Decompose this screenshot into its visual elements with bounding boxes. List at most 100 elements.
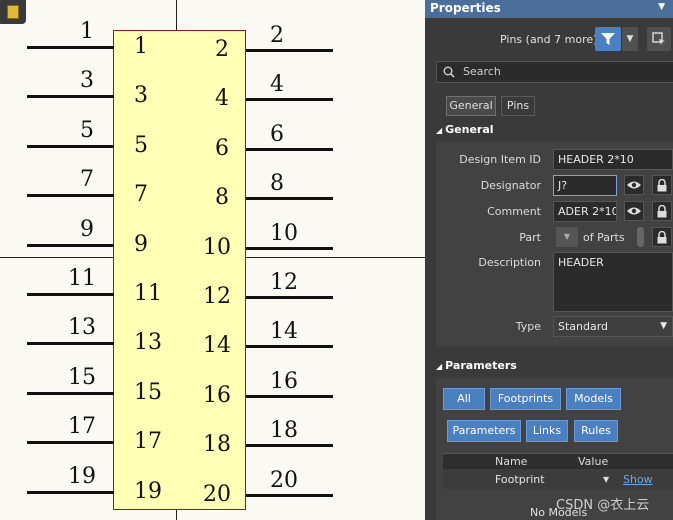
type-value: Standard xyxy=(558,320,609,333)
pin-line-left[interactable] xyxy=(27,490,114,494)
designator-label: Designator xyxy=(480,179,541,192)
pin-number-outer: 5 xyxy=(80,117,94,143)
search-placeholder: Search xyxy=(463,65,501,78)
pin-name-inner: 7 xyxy=(134,182,148,208)
pin-line-right[interactable] xyxy=(246,345,333,349)
pin-line-left[interactable] xyxy=(27,95,114,99)
pin-number-outer: 18 xyxy=(270,418,298,444)
filter-parameters-button[interactable]: Parameters xyxy=(447,420,521,442)
lock-icon xyxy=(657,231,667,244)
pin-number-outer: 11 xyxy=(68,266,96,291)
filter-rules-button[interactable]: Rules xyxy=(574,420,618,442)
panel-header: Properties ▼ xyxy=(425,0,673,18)
pin-line-left[interactable] xyxy=(27,293,114,296)
filter-links-button[interactable]: Links xyxy=(526,420,568,442)
col-value[interactable]: Value xyxy=(578,455,608,468)
part-lock-button[interactable] xyxy=(652,227,672,247)
of-parts-label: of Parts xyxy=(583,231,625,244)
pin-number-outer: 9 xyxy=(80,216,94,242)
pin-line-right[interactable] xyxy=(246,394,333,398)
pin-line-left[interactable] xyxy=(27,342,114,346)
description-field[interactable]: HEADER xyxy=(553,252,673,312)
filter-dropdown-icon[interactable]: ▼ xyxy=(621,27,638,51)
pin-name-inner: 16 xyxy=(203,382,231,408)
lock-icon xyxy=(657,179,667,192)
pin-name-inner: 11 xyxy=(134,281,162,306)
comment-lock-button[interactable] xyxy=(652,201,672,221)
general-section-header[interactable]: ◢ General xyxy=(436,123,494,136)
description-label: Description xyxy=(478,256,541,269)
filter-icon xyxy=(601,33,615,45)
collapse-triangle-icon: ◢ xyxy=(436,362,443,371)
chevron-down-icon[interactable]: ▼ xyxy=(603,475,609,484)
pin-name-inner: 5 xyxy=(134,132,148,158)
filter-models-button[interactable]: Models xyxy=(566,388,621,410)
pin-line-left[interactable] xyxy=(27,391,114,395)
table-row[interactable]: Footprint ▼ Show xyxy=(443,469,673,489)
pin-number-outer: 10 xyxy=(270,220,298,246)
pin-line-right[interactable] xyxy=(246,98,333,102)
pin-line-left[interactable] xyxy=(27,144,114,148)
designator-visibility-button[interactable] xyxy=(624,175,644,195)
pin-line-right[interactable] xyxy=(246,493,333,497)
pin-number-outer: 13 xyxy=(68,315,96,341)
pin-number-outer: 17 xyxy=(68,414,96,440)
pin-name-inner: 9 xyxy=(134,231,148,257)
pin-line-right[interactable] xyxy=(246,147,333,151)
pin-name-inner: 2 xyxy=(215,37,229,62)
panel-menu-icon[interactable]: ▼ xyxy=(658,2,665,12)
part-slider[interactable] xyxy=(637,227,644,247)
designator-field[interactable]: J? xyxy=(553,175,617,196)
pin-name-inner: 3 xyxy=(134,83,148,109)
parameters-section-header[interactable]: ◢ Parameters xyxy=(436,359,517,372)
part-dropdown[interactable]: ▼ xyxy=(556,227,578,247)
schematic-canvas[interactable]: 1 1 3 3 5 5 7 7 9 9 11 11 13 13 15 15 17 17 19 19 2 2 4 4 6 6 8 8 10… xyxy=(0,0,425,520)
pin-number-outer: 4 xyxy=(270,72,284,98)
pin-line-right[interactable] xyxy=(246,197,333,201)
comment-label: Comment xyxy=(487,205,541,218)
comment-visibility-button[interactable] xyxy=(624,201,644,221)
designator-lock-button[interactable] xyxy=(652,175,672,195)
eye-icon xyxy=(627,181,641,189)
comment-field[interactable]: ADER 2*10 xyxy=(553,201,617,222)
component-icon[interactable] xyxy=(0,0,26,24)
select-mask-button[interactable] xyxy=(647,27,671,51)
properties-panel: Properties ▼ Pins (and 7 more) ▼ Search … xyxy=(425,0,673,520)
search-icon xyxy=(443,66,455,78)
pin-line-right[interactable] xyxy=(246,444,333,448)
tab-general[interactable]: General xyxy=(446,96,496,116)
design-item-id-label: Design Item ID xyxy=(459,153,541,166)
tab-pins[interactable]: Pins xyxy=(501,96,535,116)
pin-number-outer: 12 xyxy=(270,270,298,295)
general-section-label: General xyxy=(445,123,494,136)
type-select[interactable]: Standard ▼ xyxy=(553,316,673,337)
pin-line-left[interactable] xyxy=(27,194,114,198)
pin-number-outer: 8 xyxy=(270,171,284,197)
pin-line-right[interactable] xyxy=(246,296,333,299)
col-name[interactable]: Name xyxy=(495,455,527,468)
pin-name-inner: 10 xyxy=(203,234,231,260)
search-input[interactable]: Search xyxy=(436,61,673,83)
pin-number-outer: 16 xyxy=(270,368,298,394)
pin-name-inner: 6 xyxy=(215,135,229,161)
pin-number-outer: 15 xyxy=(68,364,96,390)
row-name: Footprint xyxy=(495,473,545,486)
pin-name-inner: 1 xyxy=(134,34,148,59)
pin-line-right[interactable] xyxy=(246,246,333,250)
pin-line-left[interactable] xyxy=(27,46,114,49)
filter-footprints-button[interactable]: Footprints xyxy=(490,388,561,410)
filter-button[interactable] xyxy=(595,27,621,51)
pin-number-outer: 14 xyxy=(270,319,298,345)
pin-name-inner: 20 xyxy=(203,481,231,507)
pin-number-outer: 20 xyxy=(270,467,298,493)
pin-line-right[interactable] xyxy=(246,49,333,52)
chevron-down-icon: ▼ xyxy=(660,321,667,331)
filter-all-button[interactable]: All xyxy=(443,388,485,410)
pin-line-left[interactable] xyxy=(27,441,114,445)
eye-icon xyxy=(627,207,641,215)
parameters-table-header: Name Value xyxy=(443,453,673,469)
pin-line-left[interactable] xyxy=(27,243,114,247)
show-link[interactable]: Show xyxy=(623,473,653,486)
design-item-id-field[interactable]: HEADER 2*10 xyxy=(553,149,673,170)
pin-number-outer: 19 xyxy=(68,463,96,489)
